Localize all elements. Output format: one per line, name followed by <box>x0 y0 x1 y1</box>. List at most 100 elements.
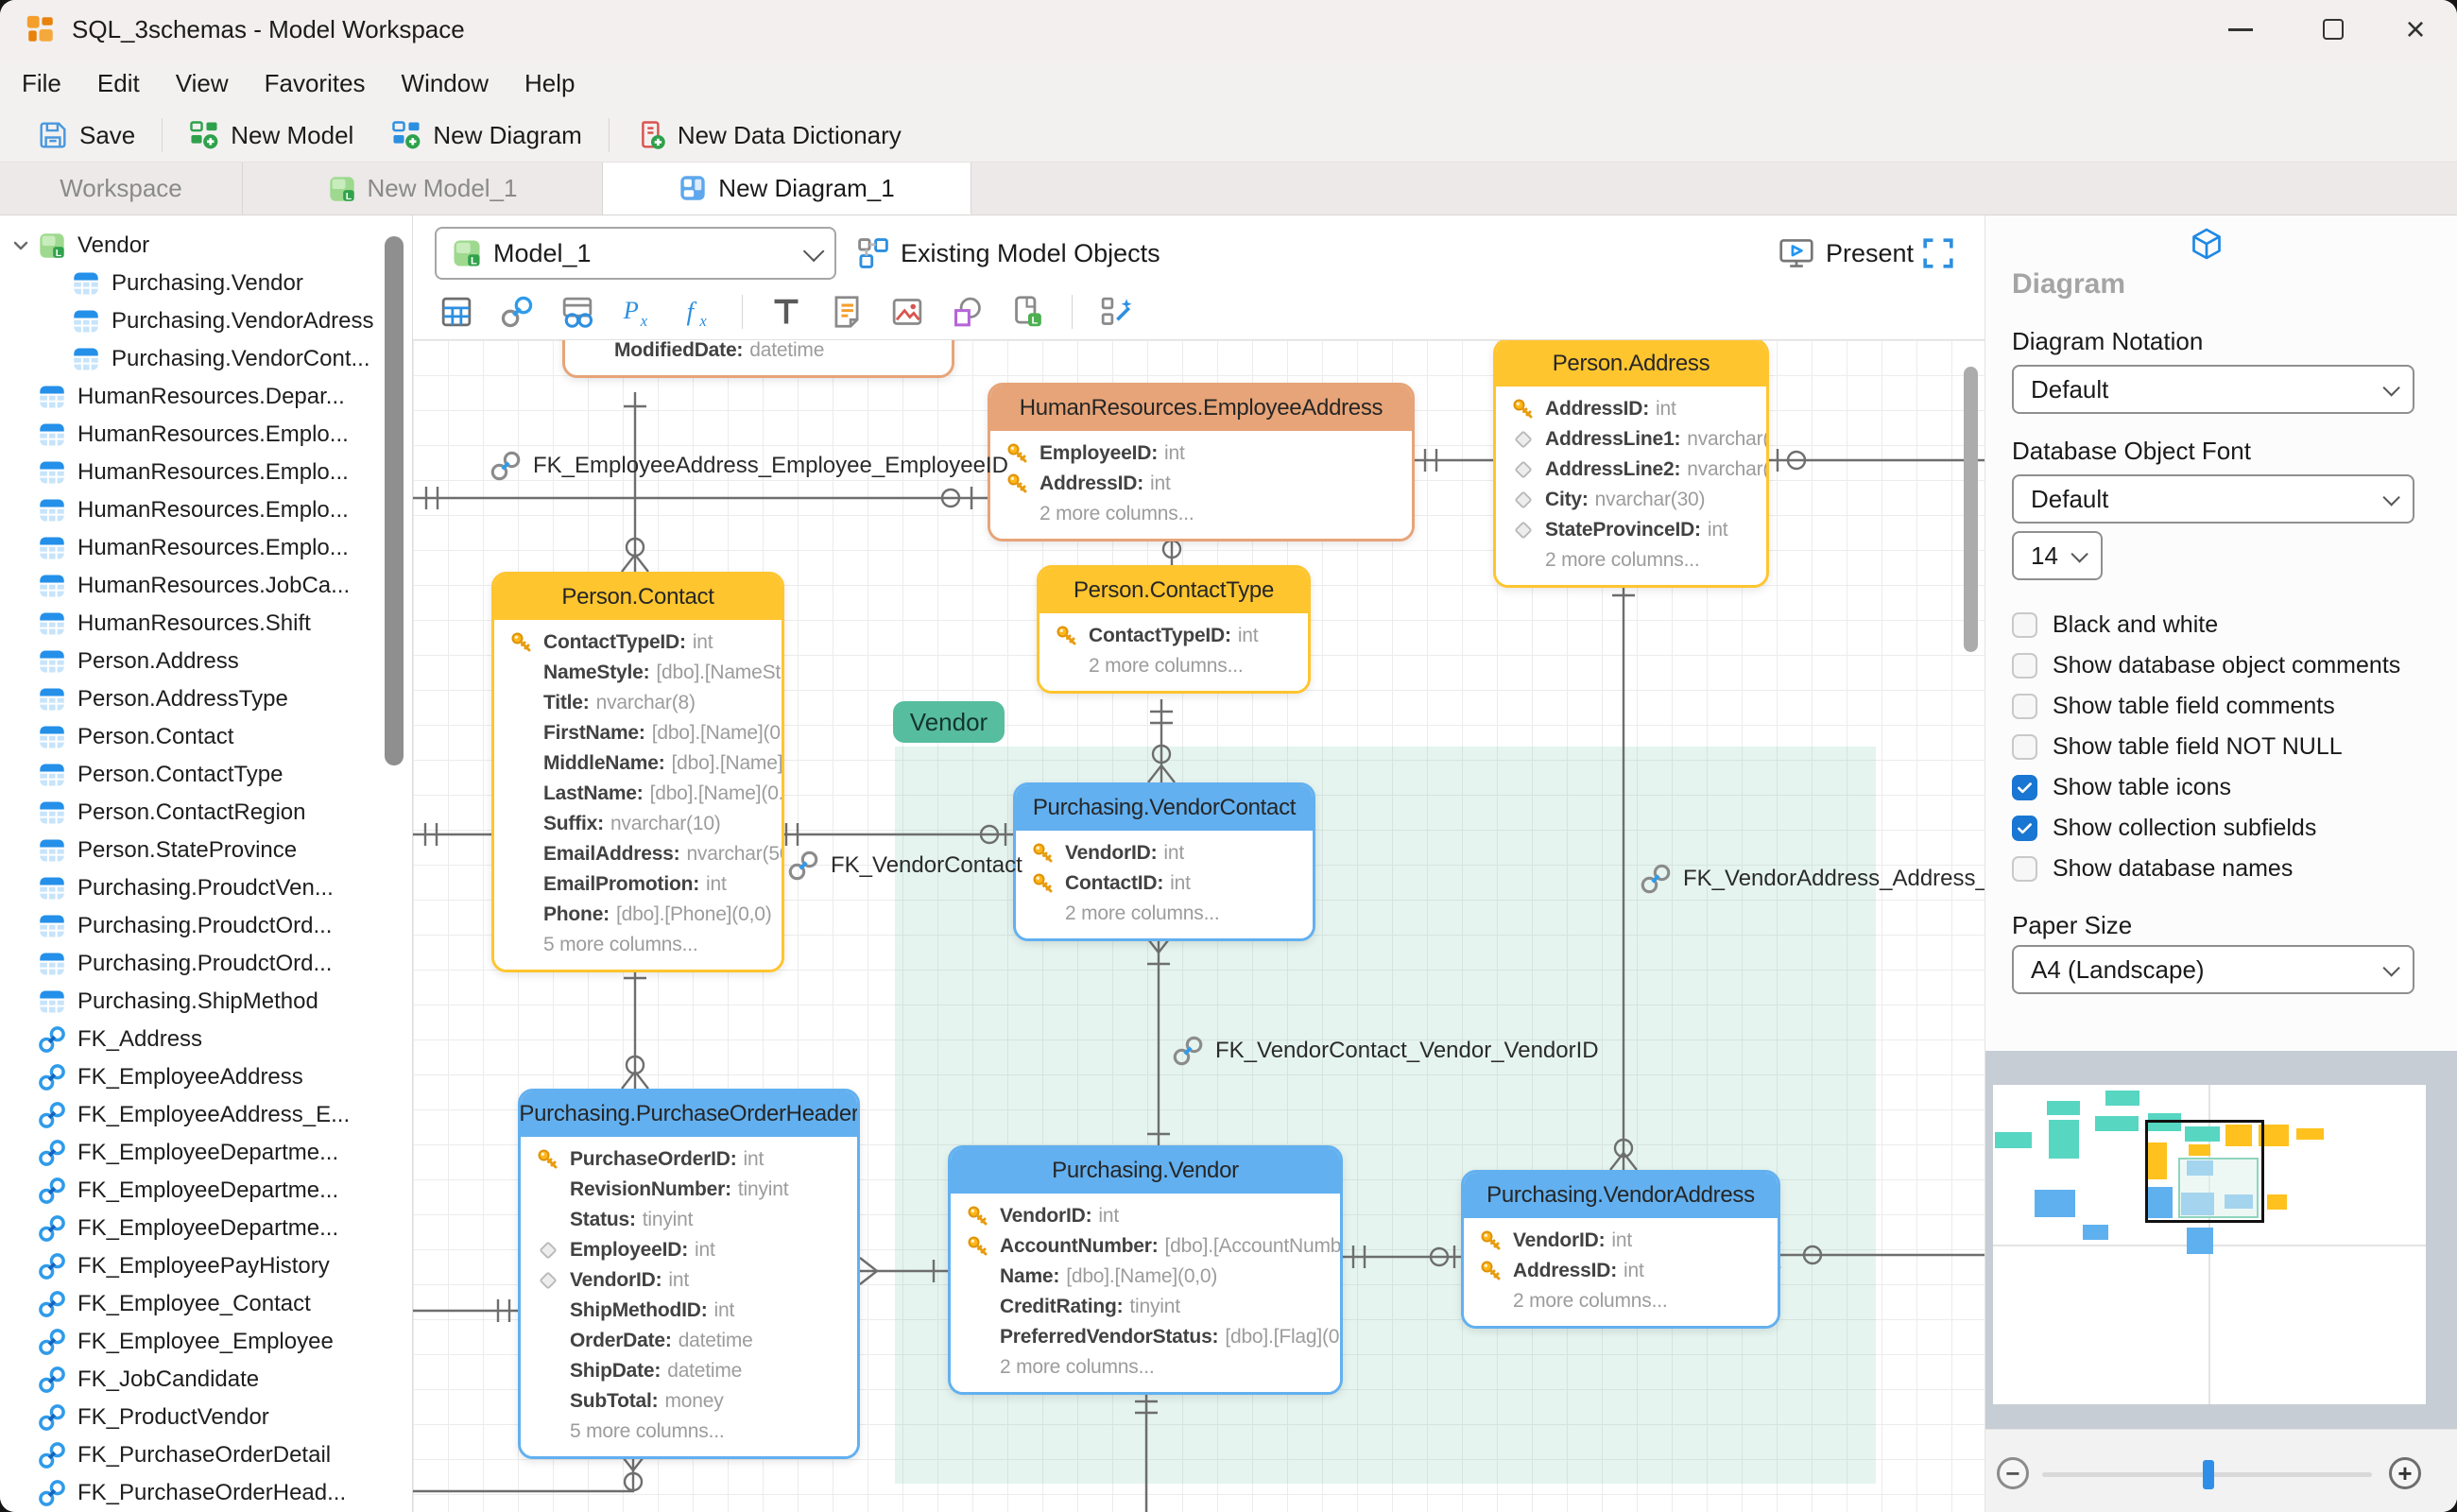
new-magic-tool-icon[interactable] <box>1095 293 1137 331</box>
new-note-tool-icon[interactable] <box>826 293 868 331</box>
sidebar-item-humanresources-depar-[interactable]: HumanResources.Depar... <box>0 378 412 416</box>
checkbox-unchecked-icon[interactable] <box>2012 694 2037 719</box>
more-columns-row[interactable]: 2 more columns... <box>951 1352 1340 1383</box>
sidebar-item-fk-employee-contact[interactable]: FK_Employee_Contact <box>0 1285 412 1323</box>
close-button[interactable]: × <box>2374 0 2457 59</box>
checkbox-unchecked-icon[interactable] <box>2012 653 2037 679</box>
canvas-scrollbar[interactable] <box>1964 367 1978 652</box>
sidebar-item-fk-employeeaddress-e-[interactable]: FK_EmployeeAddress_E... <box>0 1096 412 1134</box>
fk-label-fk-employeeaddress-employee-employeeid[interactable]: FK_EmployeeAddress_Employee_EmployeeID <box>490 450 1008 482</box>
model-selector-dropdown[interactable]: L Model_1 <box>435 227 836 280</box>
more-columns-row[interactable]: 2 more columns... <box>1016 899 1313 929</box>
sidebar-item-fk-employee-employee[interactable]: FK_Employee_Employee <box>0 1323 412 1361</box>
new-image-tool-icon[interactable] <box>886 293 928 331</box>
table-header[interactable]: Person.ContactType <box>1040 568 1308 613</box>
table-header[interactable]: Purchasing.VendorAddress <box>1464 1173 1778 1218</box>
new-param-tool-icon[interactable]: Px <box>617 293 659 331</box>
sidebar-item-person-addresstype[interactable]: Person.AddressType <box>0 680 412 718</box>
zoom-out-button[interactable]: − <box>1997 1457 2029 1489</box>
sidebar-item-fk-address[interactable]: FK_Address <box>0 1021 412 1058</box>
fk-label-fk-vendoraddress-address-[interactable]: FK_VendorAddress_Address_ <box>1640 863 1984 895</box>
diagram-table-partial[interactable]: ModifiedDate: datetime <box>562 340 954 378</box>
diagram-table-purchasing-purchaseorderheader[interactable]: Purchasing.PurchaseOrderHeader PurchaseOr… <box>518 1089 860 1459</box>
sidebar-item-purchasing-vendoradress[interactable]: Purchasing.VendorAdress <box>0 302 412 340</box>
checkbox-show-database-names[interactable]: Show database names <box>2012 849 2293 889</box>
tab-new-diagram_1[interactable]: New Diagram_1 <box>603 163 971 215</box>
sidebar-item-fk-jobcandidate[interactable]: FK_JobCandidate <box>0 1361 412 1399</box>
sidebar-item-person-contacttype[interactable]: Person.ContactType <box>0 756 412 794</box>
sidebar-item-fk-purchaseorderhead-[interactable]: FK_PurchaseOrderHead... <box>0 1474 412 1512</box>
diagram-notation-dropdown[interactable]: Default <box>2012 365 2414 414</box>
sidebar-item-person-contact[interactable]: Person.Contact <box>0 718 412 756</box>
sidebar-item-person-contactregion[interactable]: Person.ContactRegion <box>0 794 412 832</box>
table-header[interactable]: Purchasing.PurchaseOrderHeader <box>521 1091 857 1137</box>
table-header[interactable]: Person.Contact <box>494 575 782 620</box>
sidebar-item-purchasing-vendorcont-[interactable]: Purchasing.VendorCont... <box>0 340 412 378</box>
menu-window[interactable]: Window <box>384 69 507 98</box>
sidebar-item-fk-employeedepartme-[interactable]: FK_EmployeeDepartme... <box>0 1134 412 1172</box>
diagram-canvas[interactable]: Vendor ModifiedDate: datetime HumanResourc… <box>413 340 1984 1512</box>
menu-view[interactable]: View <box>158 69 247 98</box>
menu-edit[interactable]: Edit <box>79 69 158 98</box>
sidebar-item-fk-employeepayhistory[interactable]: FK_EmployeePayHistory <box>0 1247 412 1285</box>
new-func-tool-icon[interactable]: fx <box>678 293 719 331</box>
sidebar-item-purchasing-shipmethod[interactable]: Purchasing.ShipMethod <box>0 983 412 1021</box>
present-button[interactable]: Present <box>1778 227 1914 280</box>
more-columns-row[interactable]: 5 more columns... <box>521 1417 857 1447</box>
checkbox-unchecked-icon[interactable] <box>2012 734 2037 760</box>
diagram-table-purchasing-vendoraddress[interactable]: Purchasing.VendorAddress VendorID: int Addr… <box>1461 1170 1780 1329</box>
sidebar-item-purchasing-vendor[interactable]: Purchasing.Vendor <box>0 265 412 302</box>
table-header[interactable]: Purchasing.VendorContact <box>1016 785 1313 831</box>
checkbox-checked-icon[interactable] <box>2012 775 2037 800</box>
sidebar-item-humanresources-emplo-[interactable]: HumanResources.Emplo... <box>0 416 412 454</box>
checkbox-show-collection-subfields[interactable]: Show collection subfields <box>2012 808 2316 849</box>
diagram-table-humanresources-employeeaddress[interactable]: HumanResources.EmployeeAddress EmployeeID… <box>988 383 1415 541</box>
fullscreen-icon[interactable] <box>1921 236 1955 270</box>
more-columns-row[interactable]: 2 more columns... <box>990 499 1412 529</box>
new-data-dictionary-button[interactable]: New Data Dictionary <box>617 114 920 156</box>
checkbox-show-database-object-comments[interactable]: Show database object comments <box>2012 645 2400 686</box>
new-shape-tool-icon[interactable] <box>947 293 988 331</box>
table-header[interactable]: Purchasing.Vendor <box>951 1148 1340 1194</box>
more-columns-row[interactable]: 2 more columns... <box>1040 651 1308 681</box>
minimize-button[interactable] <box>2199 0 2282 59</box>
sidebar-item-vendor[interactable]: L Vendor <box>0 227 412 265</box>
checkbox-show-table-field-comments[interactable]: Show table field comments <box>2012 686 2335 727</box>
new-table-tool-icon[interactable] <box>436 293 477 331</box>
font-size-dropdown[interactable]: 14 <box>2012 531 2103 580</box>
new-view-tool-icon[interactable] <box>557 293 598 331</box>
zoom-in-button[interactable]: + <box>2389 1457 2421 1489</box>
sidebar-item-purchasing-proudctord-[interactable]: Purchasing.ProudctOrd... <box>0 907 412 945</box>
vendor-region-label[interactable]: Vendor <box>893 701 1005 743</box>
new-text-tool-icon[interactable] <box>765 293 807 331</box>
sidebar-item-fk-purchaseorderdetail[interactable]: FK_PurchaseOrderDetail <box>0 1436 412 1474</box>
checkbox-black-and-white[interactable]: Black and white <box>2012 605 2218 645</box>
more-columns-row[interactable]: 5 more columns... <box>494 930 782 960</box>
sidebar-scrollbar[interactable] <box>385 236 404 765</box>
checkbox-unchecked-icon[interactable] <box>2012 856 2037 882</box>
menu-file[interactable]: File <box>4 69 79 98</box>
save-button[interactable]: Save <box>19 114 154 156</box>
sidebar-item-humanresources-emplo-[interactable]: HumanResources.Emplo... <box>0 491 412 529</box>
sidebar-item-humanresources-shift[interactable]: HumanResources.Shift <box>0 605 412 643</box>
new-model-button[interactable]: New Model <box>170 114 372 156</box>
more-columns-row[interactable]: 2 more columns... <box>1496 545 1766 576</box>
checkbox-show-table-field-not-null[interactable]: Show table field NOT NULL <box>2012 727 2343 767</box>
maximize-button[interactable] <box>2292 0 2375 59</box>
sidebar-item-humanresources-emplo-[interactable]: HumanResources.Emplo... <box>0 529 412 567</box>
fk-label-fk-vendorcontact[interactable]: FK_VendorContact <box>787 850 1022 882</box>
new-layer-tool-icon[interactable]: L <box>1007 293 1049 331</box>
menu-favorites[interactable]: Favorites <box>247 69 384 98</box>
fk-label-fk-vendorcontact-vendor-vendorid[interactable]: FK_VendorContact_Vendor_VendorID <box>1172 1035 1599 1067</box>
sidebar-item-person-address[interactable]: Person.Address <box>0 643 412 680</box>
sidebar-item-person-stateprovince[interactable]: Person.StateProvince <box>0 832 412 869</box>
table-header[interactable]: Person.Address <box>1496 341 1766 387</box>
diagram-table-person-address[interactable]: Person.Address AddressID: int AddressLine1:… <box>1493 340 1769 588</box>
diagram-table-person-contacttype[interactable]: Person.ContactType ContactTypeID: int 2 mor… <box>1037 565 1311 694</box>
checkbox-checked-icon[interactable] <box>2012 816 2037 841</box>
menu-help[interactable]: Help <box>507 69 593 98</box>
new-relation-tool-icon[interactable] <box>496 293 538 331</box>
sidebar-item-humanresources-jobca-[interactable]: HumanResources.JobCa... <box>0 567 412 605</box>
paper-size-dropdown[interactable]: A4 (Landscape) <box>2012 945 2414 994</box>
minimap-viewport[interactable] <box>2145 1120 2264 1223</box>
